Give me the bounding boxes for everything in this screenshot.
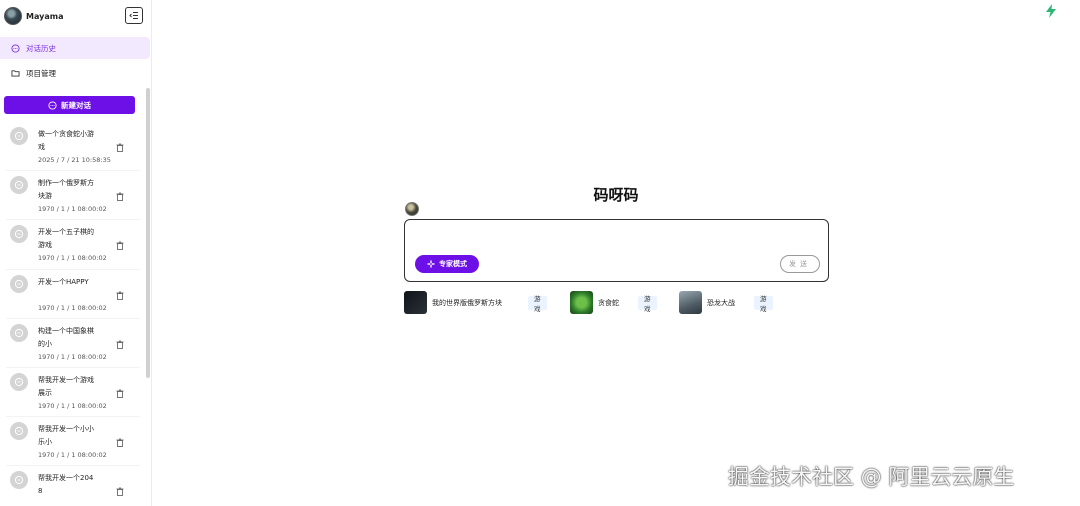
chat-avatar-icon <box>10 127 28 145</box>
expert-mode-label: 专家模式 <box>439 260 467 268</box>
menu-icon <box>129 12 138 19</box>
suggestion-tag: 游戏 <box>528 295 547 313</box>
suggestion-tag: 游戏 <box>638 295 657 313</box>
chat-avatar-icon <box>10 323 28 342</box>
chat-input-box[interactable]: 专家模式 发送 <box>404 219 829 282</box>
history-item[interactable]: 做一个贪食蛇小游戏 2025 / 7 / 21 10:58:35 <box>6 122 140 172</box>
trash-icon[interactable] <box>116 487 124 497</box>
bolt-icon[interactable] <box>1045 4 1057 18</box>
trash-icon[interactable] <box>116 340 124 349</box>
trash-icon[interactable] <box>116 291 124 300</box>
sparkle-icon <box>427 260 435 268</box>
nav-item-label: 项目管理 <box>26 68 56 78</box>
history-item-time: 1970 / 1 / 1 08:00:02 <box>38 205 107 214</box>
page-title: 码呀码 <box>593 186 639 204</box>
suggestion-thumbnail <box>570 291 593 314</box>
brand[interactable]: Mayama <box>4 6 63 26</box>
suggestion-label: 恐龙大战 <box>707 298 735 307</box>
history-item-title: 构建一个中国象棋的小 <box>38 326 94 348</box>
chat-avatar-icon <box>10 422 28 441</box>
chat-avatar-icon <box>10 225 28 244</box>
watermark: 掘金技术社区 @ 阿里云云原生 <box>728 465 1015 489</box>
history-item[interactable]: 构建一个中国象棋的小 1970 / 1 / 1 08:00:02 <box>6 319 140 368</box>
suggestion-card[interactable]: 贪食蛇 游戏 <box>570 291 657 314</box>
collapse-sidebar-button[interactable] <box>125 7 143 24</box>
history-item-title: 帮我开发一个2048 <box>38 474 94 496</box>
trash-icon[interactable] <box>116 241 124 251</box>
chat-avatar-icon <box>10 176 28 195</box>
history-item-title: 开发一个五子棋的游戏 <box>38 228 94 250</box>
suggestion-card[interactable]: 恐龙大战 游戏 <box>679 291 773 314</box>
trash-icon[interactable] <box>116 143 124 152</box>
new-chat-label: 新建对话 <box>61 100 91 110</box>
chat-bubble-icon <box>11 43 20 53</box>
suggestion-thumbnail <box>679 291 702 314</box>
trash-icon[interactable] <box>116 192 124 202</box>
history-item[interactable]: 帮我开发一个2048 <box>6 466 140 506</box>
history-item-title: 制作一个俄罗斯方块游 <box>38 179 94 201</box>
nav-item-chat-history[interactable]: 对话历史 <box>0 37 150 59</box>
nav-item-label: 对话历史 <box>26 43 56 53</box>
trash-icon[interactable] <box>116 438 124 448</box>
brand-logo <box>4 7 22 25</box>
assistant-avatar <box>405 202 419 216</box>
suggestion-label: 贪食蛇 <box>598 298 619 307</box>
history-item-time: 1970 / 1 / 1 08:00:02 <box>38 352 107 361</box>
suggestion-tag: 游戏 <box>754 295 773 313</box>
sidebar: Mayama 对话历史 项目管理 新建对话 做一个贪食蛇小游戏 2025 / 7… <box>0 0 152 506</box>
chat-avatar-icon <box>10 274 28 293</box>
history-item[interactable]: 帮我开发一个游戏展示 1970 / 1 / 1 08:00:02 <box>6 368 140 418</box>
expert-mode-button[interactable]: 专家模式 <box>415 255 479 273</box>
trash-icon[interactable] <box>116 389 124 398</box>
history-item-time: 1970 / 1 / 1 08:00:02 <box>38 451 107 460</box>
new-chat-button[interactable]: 新建对话 <box>4 96 135 114</box>
history-item-time: 1970 / 1 / 1 08:00:02 <box>38 254 107 263</box>
history-item[interactable]: 制作一个俄罗斯方块游 1970 / 1 / 1 08:00:02 <box>6 171 140 221</box>
history-item-time: 2025 / 7 / 21 10:58:35 <box>38 156 111 164</box>
history-scrollbar[interactable] <box>146 88 150 378</box>
history-item[interactable]: 开发一个HAPPY 1970 / 1 / 1 08:00:02 <box>6 270 140 319</box>
chat-avatar-icon <box>10 372 28 391</box>
chat-avatar-icon <box>10 471 28 490</box>
history-item-title: 帮我开发一个游戏展示 <box>38 375 94 397</box>
history-item[interactable]: 帮我开发一个小小乐小 1970 / 1 / 1 08:00:02 <box>6 417 140 467</box>
history-item-time: 1970 / 1 / 1 08:00:02 <box>38 401 107 410</box>
suggestion-thumbnail <box>404 291 427 314</box>
suggestion-label: 我的世界版俄罗斯方块 <box>432 298 502 307</box>
folder-icon <box>11 70 20 77</box>
history-item[interactable]: 开发一个五子棋的游戏 1970 / 1 / 1 08:00:02 <box>6 220 140 270</box>
chat-history-list: 做一个贪食蛇小游戏 2025 / 7 / 21 10:58:35 制作一个俄罗斯… <box>6 122 140 506</box>
history-item-title: 做一个贪食蛇小游戏 <box>38 130 94 151</box>
history-item-title: 帮我开发一个小小乐小 <box>38 425 94 447</box>
chat-bubble-icon <box>48 100 57 110</box>
nav-item-project-management[interactable]: 项目管理 <box>0 62 150 84</box>
send-button[interactable]: 发送 <box>780 255 820 273</box>
suggestion-card[interactable]: 我的世界版俄罗斯方块 游戏 <box>404 291 547 314</box>
brand-name: Mayama <box>26 11 64 21</box>
history-item-title: 开发一个HAPPY <box>38 277 89 286</box>
history-item-time: 1970 / 1 / 1 08:00:02 <box>38 303 107 312</box>
